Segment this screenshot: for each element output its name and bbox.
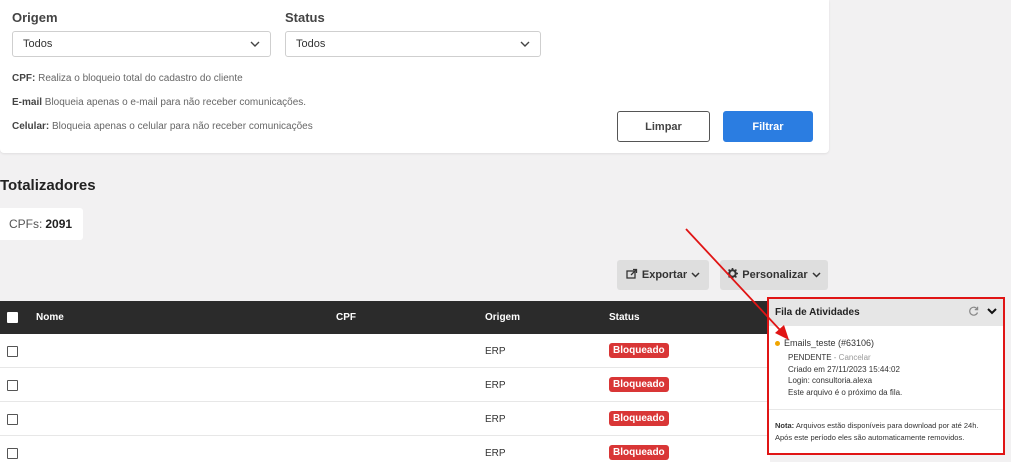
table-row: ERP Bloqueado	[0, 334, 770, 368]
export-button[interactable]: Exportar	[617, 260, 709, 290]
job-created: Criado em 27/11/2023 15:44:02	[788, 364, 900, 374]
status-badge: Bloqueado	[609, 377, 669, 392]
activity-queue-title: Fila de Atividades	[775, 307, 860, 318]
job-queue-note: Este arquivo é o próximo da fila.	[788, 387, 903, 397]
status-label: Status	[285, 10, 325, 25]
column-nome[interactable]: Nome	[36, 312, 64, 323]
status-select-value: Todos	[296, 38, 326, 50]
row-origem: ERP	[485, 448, 506, 459]
row-origem: ERP	[485, 380, 506, 391]
job-login: Login: consultoria.alexa	[788, 376, 873, 385]
job-name: Emails_teste (#63106)	[784, 338, 875, 348]
row-checkbox[interactable]	[7, 346, 18, 357]
chevron-down-icon	[691, 269, 700, 281]
chevron-down-icon	[250, 39, 260, 49]
activity-queue-panel: Fila de Atividades Emails_teste (#63106)…	[767, 297, 1005, 455]
table-row: ERP Bloqueado	[0, 402, 770, 436]
note-text-2: Após este período eles são automaticamen…	[775, 433, 965, 442]
status-badge: Bloqueado	[609, 445, 669, 460]
table-row: ERP Bloqueado	[0, 436, 770, 462]
pending-dot-icon	[775, 340, 780, 346]
origem-select-value: Todos	[23, 38, 53, 50]
status-select[interactable]: Todos	[285, 31, 541, 57]
column-origem[interactable]: Origem	[485, 312, 520, 323]
info-cpf: CPF: Realiza o bloqueio total do cadastr…	[12, 73, 243, 84]
row-origem: ERP	[485, 346, 506, 357]
origem-select[interactable]: Todos	[12, 31, 271, 57]
chevron-down-icon	[812, 269, 821, 281]
status-badge: Bloqueado	[609, 343, 669, 358]
table-header: Nome CPF Origem Status	[0, 301, 770, 334]
customize-label: Personalizar	[742, 269, 808, 281]
info-celular: Celular: Bloqueia apenas o celular para …	[12, 121, 313, 132]
gear-icon	[727, 268, 739, 282]
column-cpf[interactable]: CPF	[336, 312, 356, 323]
clear-button[interactable]: Limpar	[617, 111, 710, 142]
job-status: PENDENTE	[788, 353, 832, 362]
cpfs-counter: CPFs: 2091	[0, 208, 83, 240]
filter-card: Origem Todos Status Todos CPF: Realiza o…	[0, 0, 829, 153]
info-email: E-mail Bloqueia apenas o e-mail para não…	[12, 97, 307, 108]
activity-queue-header: Fila de Atividades	[769, 299, 1003, 326]
chevron-down-icon	[520, 39, 530, 49]
row-origem: ERP	[485, 414, 506, 425]
totals-title: Totalizadores	[0, 177, 96, 194]
row-checkbox[interactable]	[7, 448, 18, 459]
job-status-line: PENDENTE - Cancelar	[788, 353, 871, 362]
row-checkbox[interactable]	[7, 414, 18, 425]
customize-button[interactable]: Personalizar	[720, 260, 828, 290]
row-checkbox[interactable]	[7, 380, 18, 391]
share-icon	[626, 268, 638, 282]
filter-button[interactable]: Filtrar	[723, 111, 813, 142]
export-label: Exportar	[641, 269, 688, 281]
column-status[interactable]: Status	[609, 312, 640, 323]
activity-note: Nota: Arquivos estão disponíveis para do…	[775, 421, 979, 442]
chevron-down-icon[interactable]	[987, 307, 997, 318]
origem-label: Origem	[12, 10, 58, 25]
table-row: ERP Bloqueado	[0, 368, 770, 402]
note-label: Nota:	[775, 421, 795, 430]
activity-job: Emails_teste (#63106) PENDENTE - Cancela…	[769, 326, 1003, 410]
refresh-icon[interactable]	[968, 306, 979, 320]
job-title: Emails_teste (#63106)	[775, 338, 997, 348]
cpfs-value: 2091	[45, 217, 73, 231]
cancel-link[interactable]: Cancelar	[839, 353, 871, 362]
status-badge: Bloqueado	[609, 411, 669, 426]
cpfs-label: CPFs:	[9, 217, 43, 231]
select-all-checkbox[interactable]	[7, 312, 18, 323]
